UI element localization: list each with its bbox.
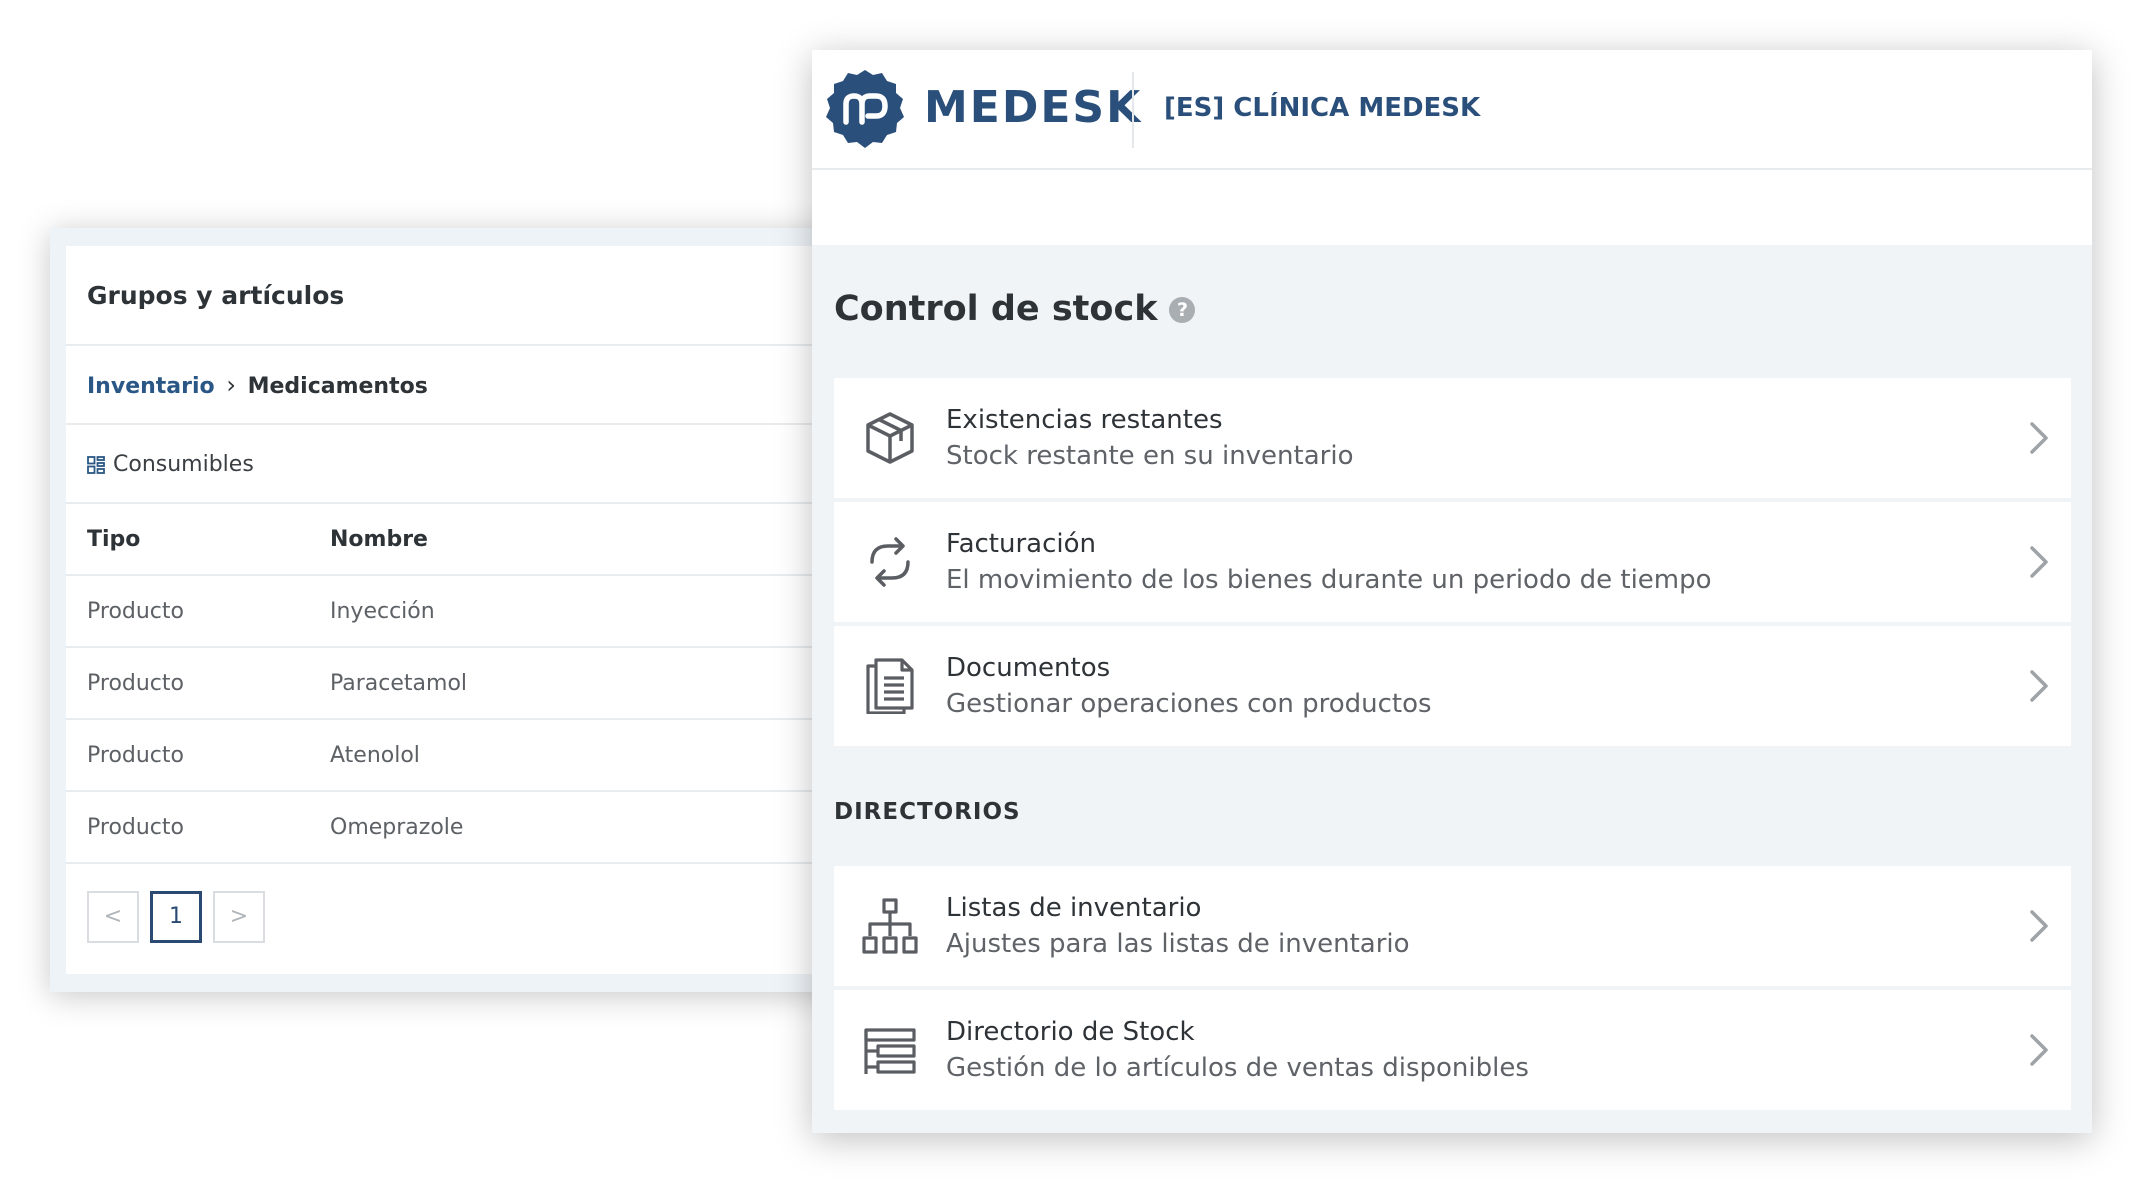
breadcrumb-link-inventario[interactable]: Inventario [87, 374, 215, 399]
app-header: MEDESK [ES] CLÍNICA MEDESK [812, 50, 2092, 170]
menu-item-listas-de-inventario[interactable]: Listas de inventario Ajustes para las li… [834, 866, 2071, 986]
menu-item-title: Documentos [946, 653, 1111, 683]
menu-item-directorio-de-stock[interactable]: Directorio de Stock Gestión de lo artícu… [834, 990, 2071, 1110]
prev-page-button[interactable]: < [87, 891, 139, 943]
cell-nombre: Omeprazole [330, 815, 464, 840]
medesk-logo-icon[interactable] [824, 68, 906, 150]
cell-tipo: Producto [87, 743, 184, 768]
menu-item-title: Directorio de Stock [946, 1017, 1195, 1047]
header-divider [1132, 72, 1134, 148]
cell-tipo: Producto [87, 599, 184, 624]
help-icon[interactable]: ? [1169, 297, 1196, 323]
menu-item-description: Stock restante en su inventario [946, 441, 1354, 471]
table-row[interactable]: Producto Omeprazole [66, 792, 850, 864]
menu-item-description: Gestionar operaciones con productos [946, 689, 1432, 719]
cell-nombre: Paracetamol [330, 671, 468, 696]
grid-icon [87, 456, 105, 474]
menu-item-existencias-restantes[interactable]: Existencias restantes Stock restante en … [834, 378, 2071, 498]
menu-item-description: Gestión de lo artículos de ventas dispon… [946, 1053, 1529, 1083]
column-header-nombre[interactable]: Nombre [330, 504, 428, 576]
table-header: Tipo Nombre [66, 504, 850, 576]
cell-tipo: Producto [87, 671, 184, 696]
sub-header-bar [812, 170, 2092, 245]
table-row[interactable]: Producto Atenolol [66, 720, 850, 792]
chevron-right-icon [2030, 1034, 2048, 1066]
clinic-name[interactable]: [ES] CLÍNICA MEDESK [1164, 88, 1480, 128]
section-label-directorios: DIRECTORIOS [834, 799, 1021, 825]
box-icon [866, 412, 914, 464]
brand-name: MEDESK [924, 82, 1143, 133]
table-row[interactable]: Producto Paracetamol [66, 648, 850, 720]
menu-item-title: Facturación [946, 529, 1096, 559]
table-row[interactable]: Producto Inyección [66, 576, 850, 648]
document-icon [866, 658, 914, 714]
menu-item-title: Existencias restantes [946, 405, 1223, 435]
panel-title: Grupos y artículos [66, 246, 850, 346]
breadcrumb-separator: › [226, 371, 236, 399]
cell-nombre: Inyección [330, 599, 435, 624]
group-item-consumibles[interactable]: Consumibles [66, 425, 850, 504]
stock-control-window: MEDESK [ES] CLÍNICA MEDESK Control de st… [812, 50, 2092, 1133]
chevron-right-icon [2030, 422, 2048, 454]
groups-articles-window: Grupos y artículos Inventario › Medicame… [50, 228, 850, 992]
menu-item-facturacion[interactable]: Facturación El movimiento de los bienes … [834, 502, 2071, 622]
chevron-right-icon [2030, 546, 2048, 578]
chevron-right-icon [2030, 910, 2048, 942]
breadcrumb: Inventario › Medicamentos [66, 346, 850, 425]
page-button-current[interactable]: 1 [150, 891, 202, 943]
cell-tipo: Producto [87, 815, 184, 840]
page-title: Control de stock? [834, 284, 1196, 334]
page-title-text: Control de stock [834, 289, 1158, 329]
breadcrumb-current: Medicamentos [247, 374, 428, 399]
cell-nombre: Atenolol [330, 743, 420, 768]
column-header-tipo[interactable]: Tipo [87, 504, 140, 576]
group-label: Consumibles [113, 452, 254, 477]
menu-item-description: El movimiento de los bienes durante un p… [946, 565, 1712, 595]
chevron-right-icon [2030, 670, 2048, 702]
next-page-button[interactable]: > [213, 891, 265, 943]
hierarchy-icon [862, 898, 918, 954]
menu-item-documentos[interactable]: Documentos Gestionar operaciones con pro… [834, 626, 2071, 746]
groups-articles-panel: Grupos y artículos Inventario › Medicame… [66, 246, 850, 974]
sync-icon [870, 537, 910, 587]
list-tree-icon [864, 1028, 916, 1074]
menu-item-description: Ajustes para las listas de inventario [946, 929, 1410, 959]
menu-item-title: Listas de inventario [946, 893, 1202, 923]
